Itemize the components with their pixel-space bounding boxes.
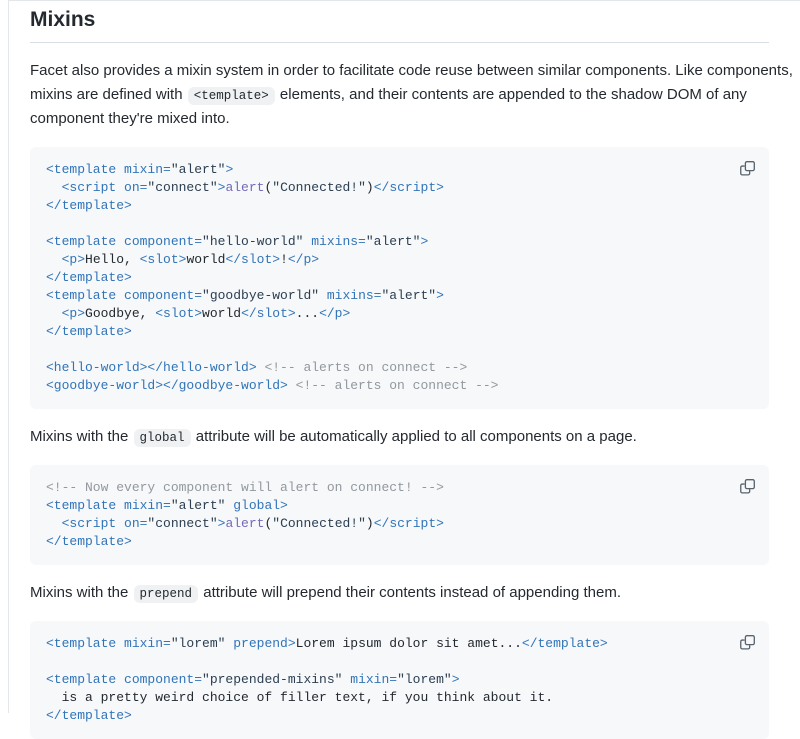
code-content: <template mixin="lorem" prepend>Lorem ip… (46, 635, 753, 725)
code-content: <template mixin="alert"> <script on="con… (46, 161, 753, 395)
copy-icon (740, 635, 755, 650)
copy-icon (740, 479, 755, 494)
global-paragraph: Mixins with the global attribute will be… (30, 425, 769, 449)
copy-button[interactable] (734, 473, 760, 499)
code-block-mixin-alert: <template mixin="alert"> <script on="con… (30, 147, 769, 409)
prepend-paragraph: Mixins with the prepend attribute will p… (30, 581, 769, 605)
page-title: Mixins (30, 5, 769, 43)
code-content: <!-- Now every component will alert on c… (46, 479, 753, 551)
copy-icon (740, 161, 755, 176)
intro-paragraph: Facet also provides a mixin system in or… (30, 59, 769, 131)
code-block-prepend-mixin: <template mixin="lorem" prepend>Lorem ip… (30, 621, 769, 739)
code-block-global-mixin: <!-- Now every component will alert on c… (30, 465, 769, 565)
docs-page: Mixins Facet also provides a mixin syste… (8, 0, 800, 713)
copy-button[interactable] (734, 155, 760, 181)
copy-button[interactable] (734, 629, 760, 655)
